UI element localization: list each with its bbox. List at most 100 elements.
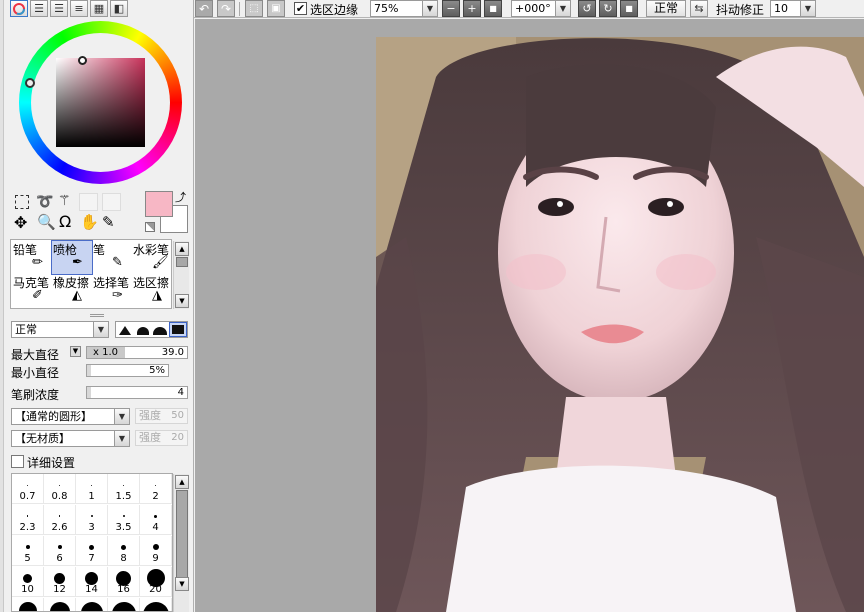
size-preset-cell[interactable]: 14 <box>76 567 108 597</box>
size-preset-cell[interactable] <box>140 598 172 611</box>
max-size-multiplier-toggle-icon[interactable]: ▼ <box>70 346 81 357</box>
redo-button[interactable]: ↷ <box>217 0 235 17</box>
texture-strength-field[interactable]: 强度 20 <box>135 430 188 446</box>
transparent-color-icon[interactable] <box>145 222 155 232</box>
square-picker-handle[interactable] <box>78 56 87 65</box>
min-size-slider[interactable]: 5% <box>86 364 169 377</box>
brush-grid-scrollbar[interactable]: ▲ ▼ <box>173 241 189 309</box>
zoom-tool-icon[interactable]: 🔍 <box>37 214 56 230</box>
deselect-button[interactable]: ⬚ <box>245 0 263 17</box>
swatch-grid-tab-icon[interactable]: ▦ <box>90 0 108 17</box>
rect-select-tool-icon[interactable] <box>15 195 29 209</box>
hsv-slider-tab-icon[interactable]: ☰ <box>50 0 68 17</box>
brush-shape-select[interactable]: 【通常的圆形】 ▼ <box>11 408 130 425</box>
zoom-reset-button[interactable]: ■ <box>484 0 502 17</box>
rgb-slider-tab-icon[interactable]: ☰ <box>30 0 48 17</box>
rotation-reset-button[interactable]: ■ <box>620 0 638 17</box>
brush-tool-5[interactable]: 橡皮擦 ◭ <box>52 274 92 307</box>
size-preset-scrollbar[interactable]: ▲ ▼ <box>173 474 189 612</box>
panel-splitter[interactable] <box>90 314 104 317</box>
rotate-left-button[interactable]: ↺ <box>578 0 596 17</box>
size-dot <box>26 515 29 517</box>
shape-strength-label: 强度 <box>139 409 161 422</box>
shape-strength-field[interactable]: 强度 50 <box>135 408 188 424</box>
undo-button[interactable]: ↶ <box>195 0 213 17</box>
scroll-up-icon[interactable]: ▲ <box>175 475 189 489</box>
size-dot <box>58 515 61 517</box>
size-preset-cell[interactable]: 2.3 <box>12 505 44 535</box>
size-preset-cell[interactable]: 7 <box>76 536 108 566</box>
brush-tool-6[interactable]: 选择笔 ✑ <box>92 274 132 307</box>
size-preset-cell[interactable]: 0.7 <box>12 474 44 504</box>
brush-tool-2[interactable]: 笔 ✎ <box>92 241 132 274</box>
rotate-tool-icon[interactable]: Ω <box>59 214 71 230</box>
invert-selection-button[interactable]: ▣ <box>267 0 285 17</box>
size-preset-cell[interactable]: 20 <box>140 567 172 597</box>
size-preset-cell[interactable] <box>12 598 44 611</box>
soft-shape-icon[interactable] <box>152 322 170 337</box>
lasso-tool-icon[interactable]: ➰ <box>36 194 53 210</box>
size-preset-cell[interactable]: 2.6 <box>44 505 76 535</box>
zoom-out-button[interactable]: − <box>442 0 460 17</box>
size-preset-cell[interactable] <box>76 598 108 611</box>
scroll-down-icon[interactable]: ▼ <box>175 294 189 308</box>
flat-shape-icon[interactable] <box>169 322 188 337</box>
size-preset-cell[interactable]: 3 <box>76 505 108 535</box>
brush-tool-1[interactable]: 喷枪 ✒ <box>51 240 93 275</box>
size-preset-cell[interactable]: 1.5 <box>108 474 140 504</box>
brush-blend-mode-select[interactable]: 正常 ▼ <box>11 321 109 338</box>
size-preset-cell[interactable]: 10 <box>12 567 44 597</box>
move-tool-icon[interactable]: ✥ <box>14 215 27 231</box>
size-preset-cell[interactable]: 8 <box>108 536 140 566</box>
size-preset-cell[interactable]: 16 <box>108 567 140 597</box>
hand-tool-icon[interactable]: ✋ <box>80 214 99 230</box>
swap-colors-icon[interactable]: ⤴ <box>175 189 186 205</box>
brush-tool-7[interactable]: 选区擦 ◮ <box>132 274 172 307</box>
saturation-value-square[interactable] <box>56 58 145 147</box>
size-preset-cell[interactable] <box>108 598 140 611</box>
rotation-select[interactable]: +000° ▼ <box>511 0 571 17</box>
size-preset-cell[interactable]: 6 <box>44 536 76 566</box>
primary-color-swatch[interactable] <box>145 191 173 217</box>
color-wheel-tab-icon[interactable] <box>10 0 28 17</box>
scroll-up-icon[interactable]: ▲ <box>175 242 189 256</box>
size-preset-cell[interactable] <box>44 598 76 611</box>
scroll-down-icon[interactable]: ▼ <box>175 577 189 591</box>
hard-edge-shape-icon[interactable] <box>116 322 134 337</box>
round-shape-icon[interactable] <box>134 322 152 337</box>
scroll-thumb[interactable] <box>176 490 188 590</box>
size-preset-cell[interactable]: 12 <box>44 567 76 597</box>
rotate-right-button[interactable]: ↻ <box>599 0 617 17</box>
size-preset-cell[interactable]: 9 <box>140 536 172 566</box>
zoom-select[interactable]: 75% ▼ <box>370 0 438 17</box>
canvas-area[interactable] <box>195 19 864 612</box>
brush-tool-4[interactable]: 马克笔 ✐ <box>12 274 52 307</box>
size-preset-cell[interactable]: 1 <box>76 474 108 504</box>
stabilizer-select[interactable]: 10 ▼ <box>770 0 816 17</box>
zoom-in-button[interactable]: + <box>463 0 481 17</box>
size-dot <box>89 544 94 550</box>
eraser-icon: ◭ <box>72 288 82 303</box>
advanced-settings-checkbox[interactable] <box>11 455 24 468</box>
max-size-slider[interactable]: x 1.0 39.0 <box>86 346 188 359</box>
blend-mode-field[interactable]: 正常 <box>646 0 686 17</box>
scratchpad-tab-icon[interactable]: ◧ <box>110 0 128 17</box>
brush-texture-select[interactable]: 【无材质】 ▼ <box>11 430 130 447</box>
magic-wand-tool-icon[interactable]: ⚚ <box>58 193 71 209</box>
flip-horizontal-button[interactable]: ⇆ <box>690 0 708 17</box>
size-preset-cell[interactable]: 3.5 <box>108 505 140 535</box>
size-preset-cell[interactable]: 0.8 <box>44 474 76 504</box>
density-slider[interactable]: 4 <box>86 386 188 399</box>
brush-tool-3[interactable]: 水彩笔 🖌 <box>132 241 172 274</box>
canvas-image-portrait[interactable] <box>376 37 864 612</box>
swatch-list-tab-icon[interactable]: ≡ <box>70 0 88 17</box>
size-dot <box>121 544 126 550</box>
selection-edge-checkbox[interactable]: ✔ <box>294 2 307 15</box>
size-preset-cell[interactable]: 5 <box>12 536 44 566</box>
hue-ring-handle[interactable] <box>25 78 35 88</box>
size-preset-cell[interactable]: 2 <box>140 474 172 504</box>
size-preset-cell[interactable]: 4 <box>140 505 172 535</box>
eyedropper-tool-icon[interactable]: ✎ <box>102 214 115 230</box>
scroll-thumb[interactable] <box>176 257 188 267</box>
brush-tool-0[interactable]: 铅笔 ✏ <box>12 241 52 274</box>
